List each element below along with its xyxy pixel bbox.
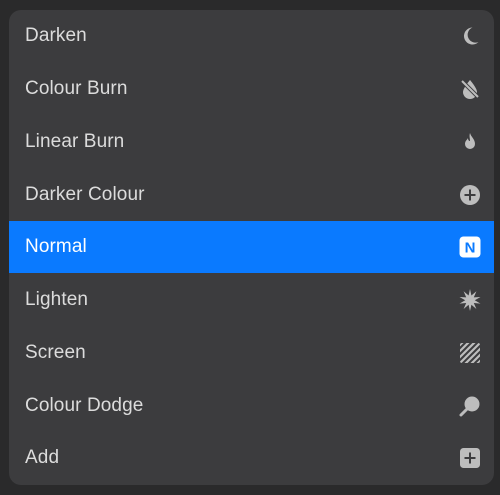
hatched-square-icon [458,341,482,365]
flame-icon [458,130,482,154]
plus-circle-icon [458,183,482,207]
menu-item-label: Lighten [25,289,89,310]
menu-item-label: Darken [25,25,87,46]
menu-item-label: Colour Burn [25,78,128,99]
menu-item-colour-burn[interactable]: Colour Burn [9,63,494,115]
crescent-moon-icon [458,24,482,48]
droplet-slash-icon [458,77,482,101]
menu-item-label: Darker Colour [25,184,145,205]
menu-item-label: Linear Burn [25,131,125,152]
starburst-icon [458,288,482,312]
menu-item-label: Screen [25,342,86,363]
menu-item-linear-burn[interactable]: Linear Burn [9,116,494,168]
n-badge-icon: N [458,235,482,259]
menu-item-label: Normal [25,236,87,257]
menu-item-label: Add [25,447,60,468]
menu-item-label: Colour Dodge [25,395,144,416]
svg-text:N: N [465,240,476,257]
menu-item-normal[interactable]: Normal N [9,221,494,273]
magnifier-icon [458,394,482,418]
blend-mode-menu: Darken Colour Burn Linear Burn Darker Co… [9,10,494,485]
menu-item-lighten[interactable]: Lighten [9,274,494,326]
plus-square-icon [458,446,482,470]
menu-item-colour-dodge[interactable]: Colour Dodge [9,380,494,432]
menu-item-screen[interactable]: Screen [9,327,494,379]
menu-item-add[interactable]: Add [9,432,494,484]
menu-item-darken[interactable]: Darken [9,10,494,62]
menu-item-darker-colour[interactable]: Darker Colour [9,169,494,221]
